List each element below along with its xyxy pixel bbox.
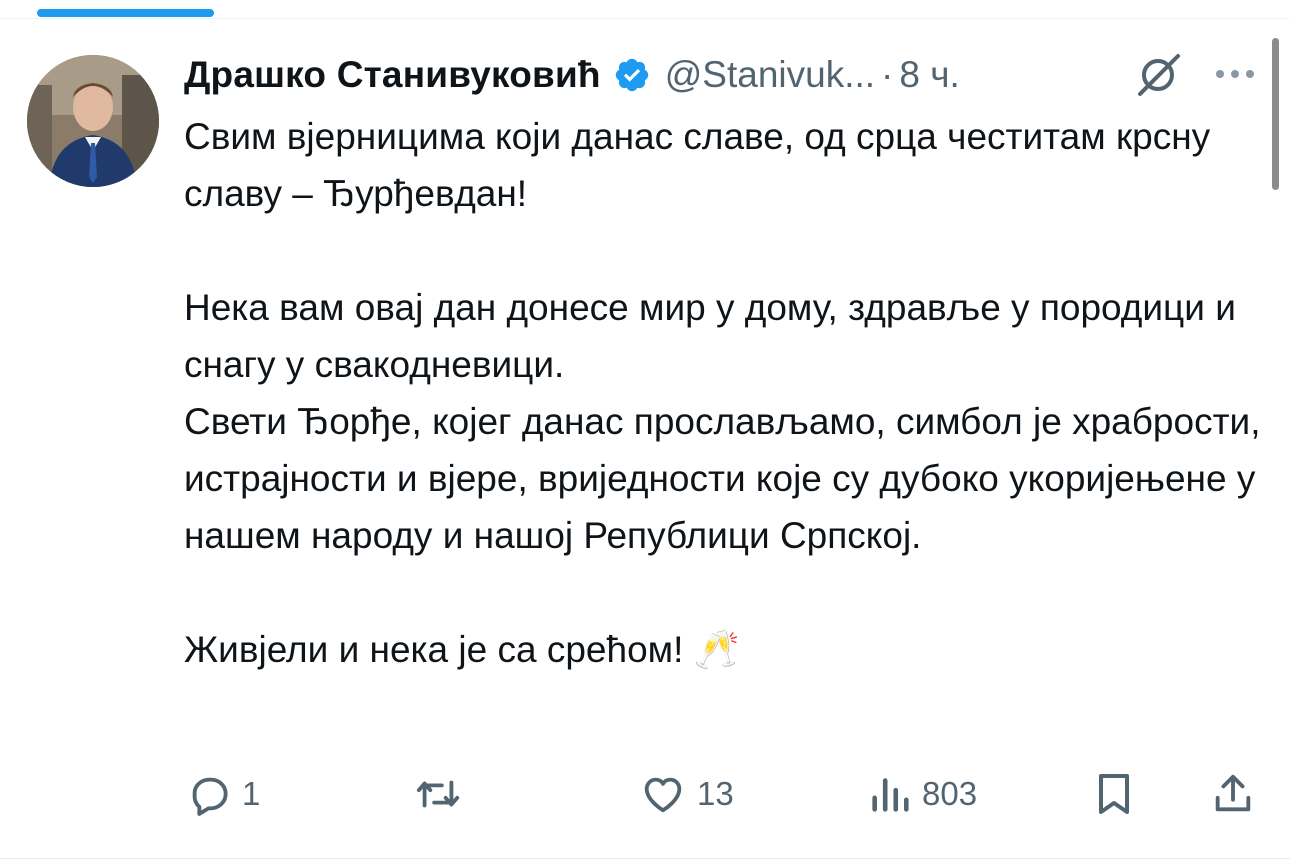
views-icon — [868, 771, 912, 817]
share-button[interactable] — [1210, 766, 1256, 822]
tweet-header: Драшко Станивуковић @Stanivuk... · 8 ч. — [184, 49, 960, 101]
like-count: 13 — [697, 775, 734, 812]
view-count: 803 — [922, 775, 978, 812]
more-options-icon[interactable] — [1212, 62, 1258, 86]
bookmark-icon — [1094, 770, 1134, 818]
retweet-icon — [412, 771, 464, 817]
top-divider — [0, 18, 1290, 19]
separator-dot: · — [881, 54, 894, 95]
tweet-timestamp[interactable]: 8 ч. — [899, 54, 959, 96]
grok-icon[interactable] — [1134, 50, 1184, 100]
tab-indicator — [37, 9, 214, 17]
tweet-text: Свим вјерницима који данас славе, од срц… — [184, 108, 1264, 678]
bookmark-button[interactable] — [1094, 766, 1134, 822]
reply-count: 1 — [242, 775, 261, 812]
avatar[interactable] — [27, 55, 159, 187]
author-handle[interactable]: @Stanivuk... — [665, 54, 875, 96]
reply-icon — [186, 771, 232, 817]
share-icon — [1210, 770, 1256, 818]
bottom-divider — [0, 858, 1290, 859]
like-button[interactable]: 13 — [639, 766, 734, 822]
author-display-name[interactable]: Драшко Станивуковић — [184, 54, 601, 96]
avatar-image — [27, 55, 159, 187]
verified-badge-icon — [613, 56, 651, 94]
tweet-paragraph: Живјели и нека је са срећом! 🥂 — [184, 629, 740, 670]
views-button[interactable]: 803 — [868, 766, 977, 822]
reply-button[interactable]: 1 — [186, 766, 260, 822]
scrollbar[interactable] — [1272, 38, 1279, 190]
tweet-paragraph: Свим вјерницима који данас славе, од срц… — [184, 116, 1211, 214]
tweet-actions: 1 13 803 — [0, 766, 1290, 822]
like-icon — [639, 771, 687, 817]
tweet-paragraph: Нека вам овај дан донесе мир у дому, здр… — [184, 287, 1261, 556]
retweet-button[interactable] — [412, 766, 474, 822]
